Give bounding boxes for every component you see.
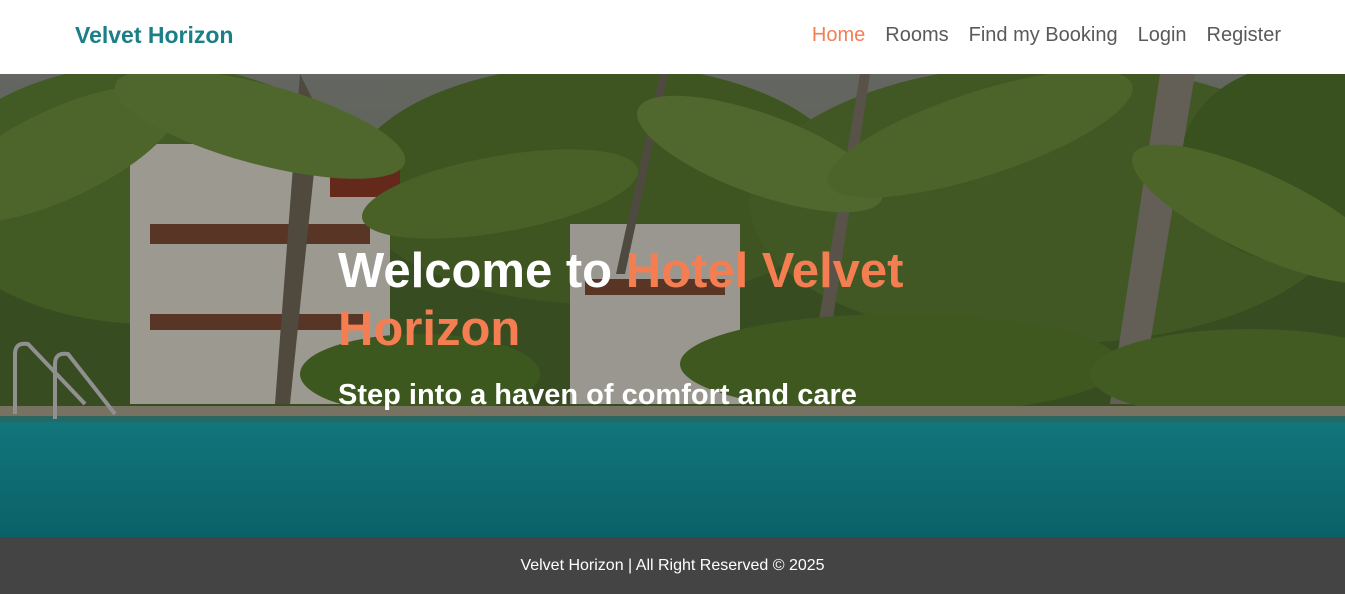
hero-section: Welcome to Hotel Velvet Horizon Step int… [0,74,1345,537]
nav-link-home[interactable]: Home [812,20,865,50]
hero-title-prefix: Welcome to [338,244,626,298]
nav-links: Home Rooms Find my Booking Login Registe… [792,20,1281,50]
hero-subtitle: Step into a haven of comfort and care [338,379,857,411]
navbar: Velvet Horizon Home Rooms Find my Bookin… [0,0,1345,74]
footer: Velvet Horizon | All Right Reserved © 20… [0,537,1345,594]
nav-item-login: Login [1118,20,1187,50]
nav-item-find-booking: Find my Booking [949,20,1118,50]
nav-link-login[interactable]: Login [1138,20,1187,50]
hero-title: Welcome to Hotel Velvet Horizon [338,242,978,358]
nav-link-register[interactable]: Register [1207,20,1281,50]
nav-item-rooms: Rooms [865,20,948,50]
brand-logo-link[interactable]: Velvet Horizon [75,20,233,50]
hero-text: Welcome to Hotel Velvet Horizon Step int… [338,242,978,412]
nav-link-rooms[interactable]: Rooms [885,20,948,50]
footer-copyright: Velvet Horizon | All Right Reserved © 20… [520,556,825,574]
nav-link-find-my-booking[interactable]: Find my Booking [969,20,1118,50]
nav-item-home: Home [792,20,865,50]
nav-item-register: Register [1187,20,1281,50]
